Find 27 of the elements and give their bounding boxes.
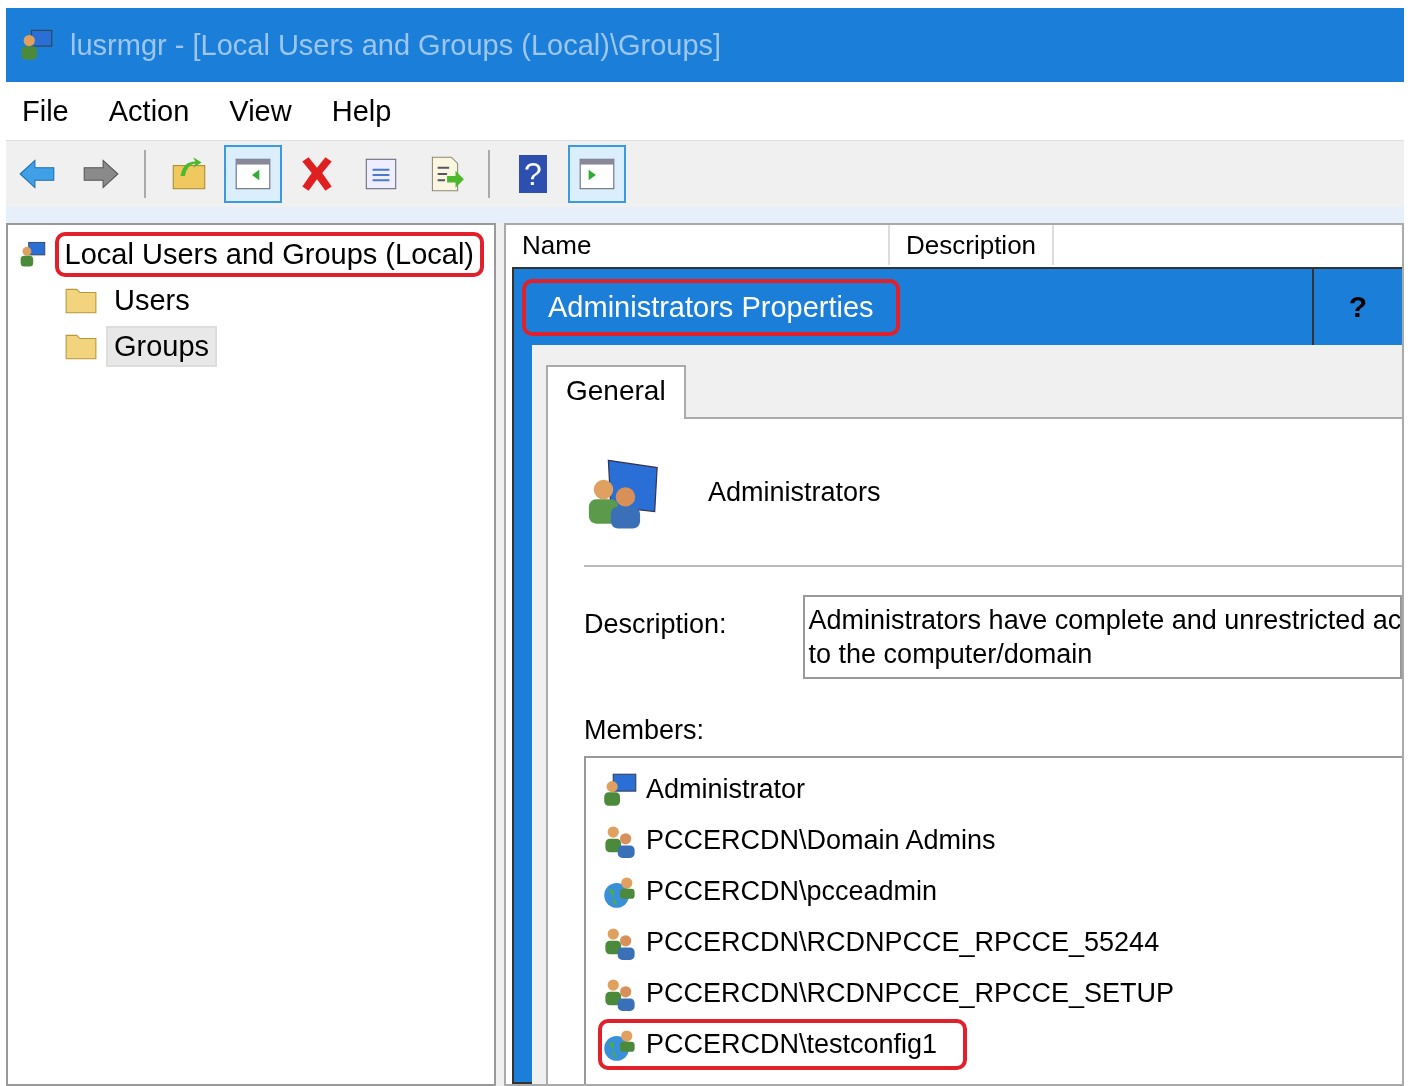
tree-item[interactable]: Users (106, 279, 198, 321)
show-action-pane-button[interactable] (568, 145, 626, 203)
member-item[interactable]: PCCERCDN\testconfig1 (598, 1019, 968, 1070)
members-label: Members: (584, 714, 706, 746)
member-item[interactable]: Administrator (598, 764, 836, 815)
menu-item[interactable]: File (22, 94, 69, 128)
member-item[interactable]: PCCERCDN\pcceadmin (598, 866, 968, 917)
tree-item[interactable]: Groups (106, 325, 218, 367)
user-computer-icon (602, 771, 638, 808)
description-label: Description: (584, 608, 727, 641)
window-title: lusrmgr - [Local Users and Groups (Local)\Groups] (70, 28, 722, 62)
column-header[interactable]: Name (506, 225, 890, 265)
help-button[interactable]: ? (504, 145, 562, 203)
dialog-title: Administrators Properties (522, 278, 900, 336)
menu-item[interactable]: View (229, 94, 292, 128)
computer-users-icon (18, 27, 54, 63)
menu-item[interactable]: Help (331, 94, 392, 128)
tree-item[interactable]: Local Users and Groups (Local) (54, 231, 484, 277)
member-item[interactable]: PCCERCDN\Domain Admins (598, 815, 1026, 866)
member-item[interactable]: PCCERCDN\RCDNPCCE_RPCCE_SETUP (598, 968, 1205, 1019)
tab[interactable]: General (546, 365, 686, 419)
menu-item[interactable]: Action (108, 94, 190, 128)
group-name: Administrators (708, 476, 881, 508)
description-field[interactable]: Administrators have complete and unrestricted ac to the computer/domain (802, 595, 1402, 679)
member-item[interactable]: PCCERCDN\RCDNPCCE_RPCCE_55244 (598, 917, 1190, 968)
show-tree-button[interactable] (224, 145, 282, 203)
column-header[interactable]: Description (890, 225, 1055, 265)
